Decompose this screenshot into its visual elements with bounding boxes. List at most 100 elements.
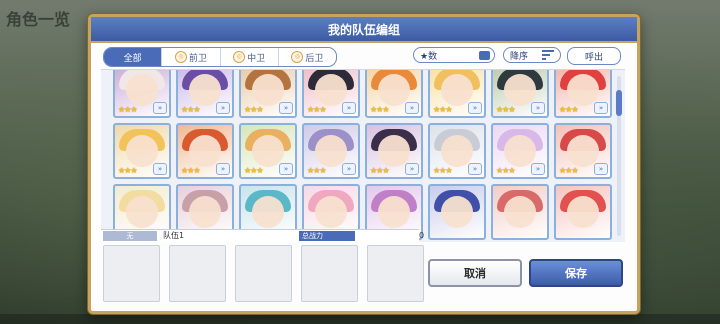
character-face bbox=[567, 74, 599, 106]
sort-by-stars-label: ★数 bbox=[420, 51, 438, 62]
character-face bbox=[252, 74, 284, 106]
detail-chevron-icon[interactable]: » bbox=[216, 102, 230, 114]
character-card[interactable]: ★★★ » bbox=[302, 70, 360, 118]
team-slot-1[interactable] bbox=[103, 245, 160, 302]
star-rating: ★★★ bbox=[370, 166, 389, 175]
character-card[interactable]: ★★★ » bbox=[113, 123, 171, 179]
dialog-title: 我的队伍编组 bbox=[327, 23, 400, 37]
star-rating: ★★★ bbox=[496, 105, 515, 114]
tab-front[interactable]: ◎ 前卫 bbox=[161, 48, 219, 66]
character-card[interactable]: ★★★ » bbox=[302, 123, 360, 179]
star-rating: ★★★ bbox=[118, 105, 137, 114]
star-rating: ★★★ bbox=[244, 166, 263, 175]
call-out-button[interactable]: 呼出 bbox=[567, 47, 621, 65]
character-face bbox=[315, 196, 347, 228]
character-card[interactable]: ★★★ » bbox=[365, 70, 423, 118]
character-face bbox=[504, 196, 536, 228]
tab-middle-label: 中卫 bbox=[247, 53, 266, 64]
star-rating: ★★★ bbox=[433, 166, 452, 175]
team-info-bar: 无 队伍1 总战力 0 bbox=[101, 229, 424, 242]
character-face bbox=[441, 196, 473, 228]
detail-chevron-icon[interactable]: » bbox=[594, 163, 608, 175]
grid-scrollbar[interactable] bbox=[616, 76, 622, 236]
team-slot-5[interactable] bbox=[367, 245, 424, 302]
character-face bbox=[252, 196, 284, 228]
star-rating: ★★★ bbox=[307, 105, 326, 114]
character-face bbox=[441, 135, 473, 167]
character-card[interactable]: ★★★ » bbox=[176, 70, 234, 118]
sort-toggle-icon bbox=[479, 50, 490, 60]
character-face bbox=[441, 74, 473, 106]
target-icon: ◎ bbox=[233, 51, 246, 63]
tab-all[interactable]: 全部 bbox=[104, 48, 162, 66]
detail-chevron-icon[interactable]: » bbox=[342, 102, 356, 114]
team-name: 队伍1 bbox=[163, 231, 185, 240]
detail-chevron-icon[interactable]: » bbox=[216, 163, 230, 175]
character-card[interactable]: ★★★ » bbox=[428, 123, 486, 179]
character-card[interactable]: ★★★ » bbox=[365, 123, 423, 179]
total-power-value: 0 bbox=[419, 231, 425, 240]
star-rating: ★★★ bbox=[496, 166, 515, 175]
tab-back[interactable]: ◎ 后卫 bbox=[277, 48, 336, 66]
detail-chevron-icon[interactable]: » bbox=[279, 163, 293, 175]
detail-chevron-icon[interactable]: » bbox=[405, 163, 419, 175]
detail-chevron-icon[interactable]: » bbox=[342, 163, 356, 175]
character-card[interactable]: ★★★ » bbox=[428, 70, 486, 118]
character-face bbox=[567, 135, 599, 167]
character-face bbox=[189, 135, 221, 167]
character-card[interactable] bbox=[428, 184, 486, 240]
character-face bbox=[378, 196, 410, 228]
detail-chevron-icon[interactable]: » bbox=[594, 102, 608, 114]
team-slot-label: 无 bbox=[103, 231, 157, 241]
detail-chevron-icon[interactable]: » bbox=[405, 102, 419, 114]
character-face bbox=[378, 135, 410, 167]
character-face bbox=[504, 74, 536, 106]
detail-chevron-icon[interactable]: » bbox=[531, 102, 545, 114]
character-face bbox=[189, 74, 221, 106]
character-face bbox=[315, 135, 347, 167]
star-rating: ★★★ bbox=[181, 166, 200, 175]
cancel-button[interactable]: 取消 bbox=[428, 259, 522, 287]
descending-icon bbox=[542, 50, 554, 60]
tab-front-label: 前卫 bbox=[188, 53, 207, 64]
detail-chevron-icon[interactable]: » bbox=[531, 163, 545, 175]
character-face bbox=[252, 135, 284, 167]
star-rating: ★★★ bbox=[118, 166, 137, 175]
character-face bbox=[567, 196, 599, 228]
detail-chevron-icon[interactable]: » bbox=[153, 102, 167, 114]
team-slot-3[interactable] bbox=[235, 245, 292, 302]
character-card[interactable] bbox=[491, 184, 549, 240]
character-card[interactable]: ★★★ » bbox=[491, 123, 549, 179]
character-card[interactable]: ★★★ » bbox=[554, 123, 612, 179]
detail-chevron-icon[interactable]: » bbox=[468, 163, 482, 175]
star-rating: ★★★ bbox=[307, 166, 326, 175]
save-button[interactable]: 保存 bbox=[529, 259, 623, 287]
star-rating: ★★★ bbox=[244, 105, 263, 114]
character-face bbox=[378, 74, 410, 106]
team-slot-4[interactable] bbox=[301, 245, 358, 302]
character-card[interactable]: ★★★ » bbox=[176, 123, 234, 179]
detail-chevron-icon[interactable]: » bbox=[468, 102, 482, 114]
total-power-label: 总战力 bbox=[299, 231, 355, 241]
sort-order-label: 降序 bbox=[510, 51, 529, 62]
character-card[interactable]: ★★★ » bbox=[113, 70, 171, 118]
sort-order-button[interactable]: 降序 bbox=[503, 47, 561, 63]
character-card[interactable] bbox=[554, 184, 612, 240]
character-card[interactable]: ★★★ » bbox=[239, 123, 297, 179]
star-rating: ★★★ bbox=[433, 105, 452, 114]
tab-all-label: 全部 bbox=[123, 53, 142, 64]
team-slot-2[interactable] bbox=[169, 245, 226, 302]
sort-by-stars-button[interactable]: ★数 bbox=[413, 47, 495, 63]
character-card[interactable]: ★★★ » bbox=[239, 70, 297, 118]
scroll-thumb[interactable] bbox=[616, 90, 622, 116]
tab-middle[interactable]: ◎ 中卫 bbox=[219, 48, 278, 66]
star-rating: ★★★ bbox=[181, 105, 200, 114]
detail-chevron-icon[interactable]: » bbox=[279, 102, 293, 114]
character-face bbox=[315, 74, 347, 106]
dialog-title-bar: 我的队伍编组 bbox=[91, 17, 637, 43]
character-face bbox=[504, 135, 536, 167]
character-card[interactable]: ★★★ » bbox=[554, 70, 612, 118]
character-card[interactable]: ★★★ » bbox=[491, 70, 549, 118]
detail-chevron-icon[interactable]: » bbox=[153, 163, 167, 175]
character-grid-area: ★★★ » ★★★ » ★★★ » ★★★ » ★★★ » ★★★ » ★★★ » ★★★ » ★★★ » ★★★ »… bbox=[101, 69, 625, 242]
